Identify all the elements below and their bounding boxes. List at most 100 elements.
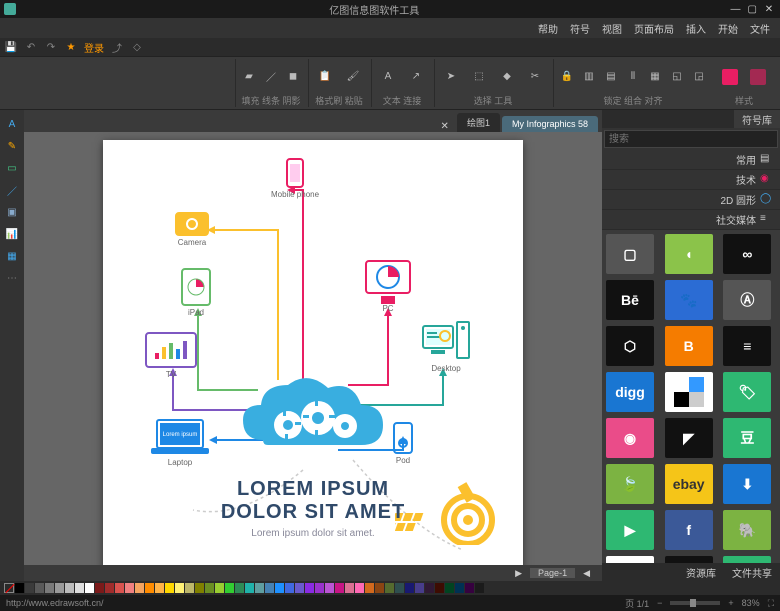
save-icon[interactable]: 💾 xyxy=(4,40,18,54)
align-icon[interactable]: ▤ xyxy=(602,68,620,86)
color-swatch[interactable] xyxy=(55,583,64,593)
color-swatch[interactable] xyxy=(315,583,324,593)
zoom-slider[interactable] xyxy=(670,601,720,605)
more-tool-icon[interactable]: ⋯ xyxy=(4,270,20,286)
shadow-icon[interactable]: ◼ xyxy=(284,68,302,86)
symbol-appstore[interactable]: Ⓐ xyxy=(723,280,771,320)
fit-icon[interactable]: ⛶ xyxy=(768,598,774,609)
color-swatch[interactable] xyxy=(465,583,474,593)
symbol-behance[interactable]: Bē xyxy=(606,280,654,320)
maximize-button[interactable]: ▢ xyxy=(745,4,759,15)
distribute-icon[interactable]: ⫴ xyxy=(624,68,642,86)
text-tool-icon[interactable]: A xyxy=(376,65,400,89)
paste-icon[interactable]: 📋 xyxy=(313,65,337,89)
symbol-blogger[interactable]: B xyxy=(665,326,713,366)
color-swatch[interactable] xyxy=(205,583,214,593)
lock-icon[interactable]: 🔒 xyxy=(558,68,576,86)
pointer-icon[interactable]: ➤ xyxy=(439,65,463,89)
color-swatch[interactable] xyxy=(355,583,364,593)
ungroup-icon[interactable]: ▥ xyxy=(580,68,598,86)
panel-tab-symbols[interactable]: 符号库 xyxy=(734,110,780,128)
color-swatch[interactable] xyxy=(175,583,184,593)
symbol-dribbble[interactable]: ◉ xyxy=(606,418,654,458)
chart-tool-icon[interactable]: 📊 xyxy=(4,226,20,242)
star-icon[interactable]: ★ xyxy=(64,40,78,54)
symbol-delicious[interactable] xyxy=(665,372,713,412)
no-color-icon[interactable] xyxy=(4,583,14,593)
device-desktop[interactable]: Desktop xyxy=(421,320,471,373)
canvas-page[interactable]: Mobile phone Camera iPad TV Lorem ipsum … xyxy=(103,140,523,565)
color-swatch[interactable] xyxy=(185,583,194,593)
canvas-viewport[interactable]: Mobile phone Camera iPad TV Lorem ipsum … xyxy=(24,132,602,565)
color-swatch[interactable] xyxy=(385,583,394,593)
footer-lib[interactable]: 资源库 xyxy=(678,563,724,581)
color-swatch[interactable] xyxy=(65,583,74,593)
color-swatch[interactable] xyxy=(275,583,284,593)
symbol-video[interactable]: ▶ xyxy=(606,510,654,550)
color-swatch[interactable] xyxy=(155,583,164,593)
device-mobile[interactable]: Mobile phone xyxy=(271,158,319,199)
color-swatch[interactable] xyxy=(415,583,424,593)
pen-tool-icon[interactable]: ✎ xyxy=(4,138,20,154)
color-swatch[interactable] xyxy=(255,583,264,593)
symbol-digg[interactable]: digg xyxy=(606,372,654,412)
tab-close-icon[interactable]: ✕ xyxy=(435,121,455,132)
cat-common[interactable]: 常用▤ xyxy=(602,150,780,170)
color-swatch[interactable] xyxy=(265,583,274,593)
color-swatch[interactable] xyxy=(305,583,314,593)
cat-tech[interactable]: 技术◉ xyxy=(602,170,780,190)
color-swatch[interactable] xyxy=(335,583,344,593)
color-swatch[interactable] xyxy=(345,583,354,593)
connector-icon[interactable]: ↗ xyxy=(404,65,428,89)
symbol-ebay[interactable]: ebay xyxy=(665,464,713,504)
color-swatch[interactable] xyxy=(195,583,204,593)
search-input[interactable] xyxy=(604,130,778,148)
color-swatch[interactable] xyxy=(395,583,404,593)
menu-file[interactable]: 文件 xyxy=(744,21,776,36)
symbol-android[interactable]: ◖ xyxy=(665,234,713,274)
color-swatch[interactable] xyxy=(325,583,334,593)
menu-help[interactable]: 帮助 xyxy=(532,21,564,36)
color-swatch[interactable] xyxy=(145,583,154,593)
select-icon[interactable]: ⬚ xyxy=(467,65,491,89)
color-swatch[interactable] xyxy=(75,583,84,593)
color-swatch[interactable] xyxy=(455,583,464,593)
symbol-infinity[interactable]: ∞ xyxy=(723,234,771,274)
color-swatch[interactable] xyxy=(405,583,414,593)
text-tool-icon[interactable]: A xyxy=(4,116,20,132)
line-tool-icon[interactable]: ／ xyxy=(4,182,20,198)
color-swatch[interactable] xyxy=(45,583,54,593)
page-tab-1[interactable]: Page-1 xyxy=(530,568,575,578)
color-swatch[interactable] xyxy=(445,583,454,593)
color-swatch[interactable] xyxy=(375,583,384,593)
page-tab-add[interactable]: ◀ xyxy=(575,568,598,579)
device-tv[interactable]: TV xyxy=(145,332,197,379)
device-laptop[interactable]: Lorem ipsum Laptop xyxy=(147,418,213,467)
color-swatch[interactable] xyxy=(165,583,174,593)
symbol-baidu[interactable]: 🐾 xyxy=(665,280,713,320)
symbol-gmail[interactable] xyxy=(606,556,654,563)
paint-style2-icon[interactable] xyxy=(746,65,770,89)
zoom-in-icon[interactable]: + xyxy=(728,598,733,608)
front-icon[interactable]: ◱ xyxy=(668,68,686,86)
symbol-forrst[interactable]: ▲ xyxy=(723,556,771,563)
line-icon[interactable]: ／ xyxy=(262,68,280,86)
device-camera[interactable]: Camera xyxy=(175,212,209,247)
device-pod[interactable]: Pod xyxy=(393,422,413,465)
symbol-deviant[interactable]: ◤ xyxy=(665,418,713,458)
symbol-flickr[interactable] xyxy=(665,556,713,563)
login-label[interactable]: 登录 xyxy=(84,40,104,55)
cloud-shape[interactable] xyxy=(233,370,393,470)
symbol-evernote[interactable]: 🐘 xyxy=(723,510,771,550)
symbol-tag[interactable]: 🏷 xyxy=(723,372,771,412)
shape-tool-icon[interactable]: ▭ xyxy=(4,160,20,176)
color-swatch[interactable] xyxy=(105,583,114,593)
color-swatch[interactable] xyxy=(295,583,304,593)
minimize-button[interactable]: — xyxy=(728,4,742,15)
redo-icon[interactable]: ↷ xyxy=(44,40,58,54)
doc-tab-2[interactable]: 绘图1 xyxy=(457,113,500,132)
menu-insert[interactable]: 插入 xyxy=(680,21,712,36)
back-icon[interactable]: ◲ xyxy=(690,68,708,86)
symbol-facebook[interactable]: f xyxy=(665,510,713,550)
color-swatch[interactable] xyxy=(425,583,434,593)
